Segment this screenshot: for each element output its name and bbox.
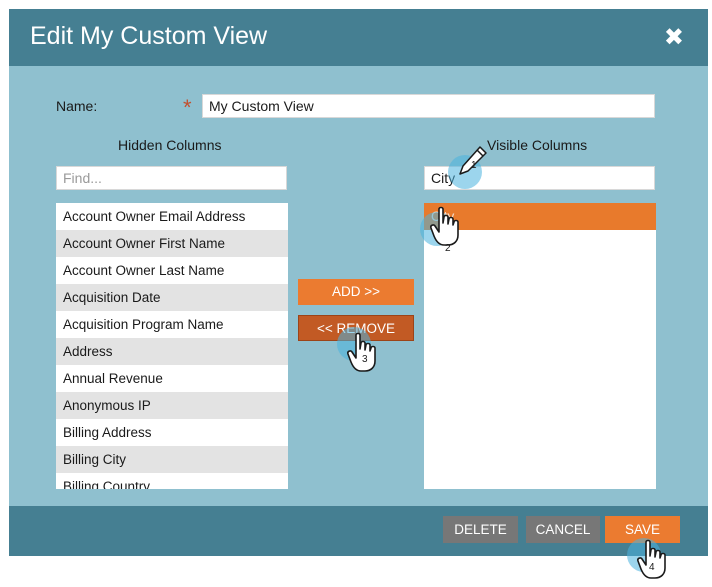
dialog-header: Edit My Custom View ✖	[9, 9, 708, 66]
step-number: 4	[649, 562, 655, 573]
hidden-columns-heading: Hidden Columns	[118, 137, 222, 153]
hidden-column-item[interactable]: Account Owner Last Name	[56, 257, 288, 284]
hidden-column-item[interactable]: Annual Revenue	[56, 365, 288, 392]
delete-button[interactable]: DELETE	[443, 516, 518, 543]
hidden-columns-search-input[interactable]	[56, 166, 287, 190]
save-button[interactable]: SAVE	[605, 516, 680, 543]
remove-button[interactable]: << REMOVE	[298, 315, 414, 341]
hidden-column-item[interactable]: Billing Country	[56, 473, 288, 489]
name-label: Name:	[56, 98, 98, 114]
hidden-column-item[interactable]: Acquisition Date	[56, 284, 288, 311]
hidden-columns-list[interactable]: Account Owner Email Address Account Owne…	[56, 203, 288, 489]
view-name-input[interactable]	[202, 94, 655, 118]
hidden-column-item[interactable]: Address	[56, 338, 288, 365]
edit-custom-view-dialog: Edit My Custom View ✖ Name: * Hidden Col…	[9, 9, 708, 556]
add-button[interactable]: ADD >>	[298, 279, 414, 305]
hidden-column-item[interactable]: Billing City	[56, 446, 288, 473]
required-indicator: *	[183, 95, 192, 120]
visible-column-item-selected[interactable]: City	[424, 203, 656, 230]
hidden-column-item[interactable]: Anonymous IP	[56, 392, 288, 419]
dialog-footer: DELETE CANCEL SAVE	[9, 506, 708, 556]
close-icon[interactable]: ✖	[664, 23, 684, 52]
dialog-title: Edit My Custom View	[30, 22, 268, 50]
visible-columns-heading: Visible Columns	[487, 137, 588, 153]
visible-columns-search-input[interactable]	[424, 166, 655, 190]
hidden-column-item[interactable]: Account Owner First Name	[56, 230, 288, 257]
hidden-column-item[interactable]: Acquisition Program Name	[56, 311, 288, 338]
cancel-button[interactable]: CANCEL	[526, 516, 600, 543]
visible-columns-list[interactable]: City	[424, 203, 656, 489]
hidden-column-item[interactable]: Billing Address	[56, 419, 288, 446]
hidden-column-item[interactable]: Account Owner Email Address	[56, 203, 288, 230]
